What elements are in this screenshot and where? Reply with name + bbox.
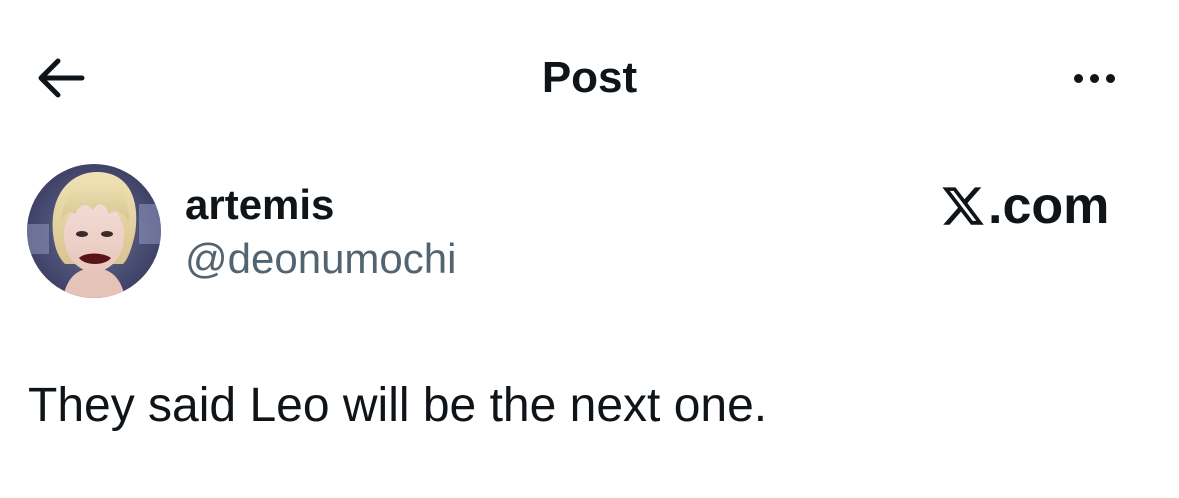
more-dot [1105,73,1115,83]
more-dot [1089,73,1099,83]
author-display-name[interactable]: artemis [185,182,334,228]
post-text: They said Leo will be the next one. [28,379,768,432]
page-title: Post [541,53,638,102]
top-app-bar: Post [0,0,1179,150]
x-watermark: .com [940,180,1109,232]
avatar[interactable] [27,164,161,298]
more-options-button[interactable] [1058,58,1130,98]
author-handle[interactable]: @deonumochi [185,236,456,282]
more-horizontal-icon [1073,73,1083,83]
post-detail-screen: Post artemis @deonumochi .com They said … [0,0,1179,498]
x-logo-icon [942,187,984,225]
watermark-domain: .com [988,177,1110,235]
profile-photo [27,164,161,298]
